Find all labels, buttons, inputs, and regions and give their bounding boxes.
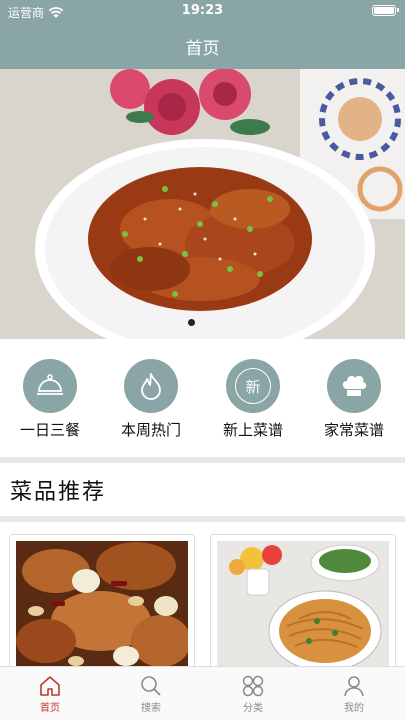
category-icon (223, 673, 283, 699)
section-divider (0, 516, 405, 522)
tab-category[interactable]: 分类 (223, 673, 283, 714)
user-icon (324, 673, 384, 699)
tab-home[interactable]: 首页 (20, 673, 80, 714)
section-divider (0, 457, 405, 463)
recipe-card[interactable] (9, 534, 195, 674)
tab-search[interactable]: 搜索 (121, 673, 181, 714)
banner-page-indicator[interactable] (188, 319, 195, 326)
status-time: 19:23 (181, 3, 224, 18)
category-weekly-hot[interactable]: 本周热门 (106, 359, 196, 440)
status-bar: 运营商 19:23 (0, 0, 405, 22)
section-title: 菜品推荐 (10, 480, 107, 505)
tab-label: 我的 (344, 703, 364, 714)
tab-profile[interactable]: 我的 (324, 673, 384, 714)
tab-label: 搜索 (141, 703, 161, 714)
new-badge-icon: 新 (226, 359, 280, 413)
recipe-image (16, 541, 188, 673)
recipe-card[interactable] (210, 534, 396, 674)
tab-bar: 首页 搜索 分类 我的 (0, 666, 405, 720)
food-cover-icon (23, 359, 77, 413)
tab-label: 首页 (40, 703, 60, 714)
category-three-meals[interactable]: 一日三餐 (5, 359, 95, 440)
category-home-cooking[interactable]: 家常菜谱 (309, 359, 399, 440)
category-row: 一日三餐 本周热门 新 新上菜谱 家常菜谱 (0, 339, 405, 459)
app-screen: 运营商 19:23 首页 一日三餐 本周热门 新 新上菜谱 家常菜谱 菜品推荐 … (0, 0, 405, 720)
category-label: 新上菜谱 (222, 421, 283, 439)
battery-icon (372, 5, 399, 16)
category-label: 一日三餐 (19, 421, 80, 439)
category-new-recipes[interactable]: 新 新上菜谱 (208, 359, 298, 440)
tab-label: 分类 (243, 703, 263, 714)
page-title: 首页 (185, 39, 220, 59)
category-label: 本周热门 (120, 421, 181, 439)
new-badge-text: 新 (235, 368, 271, 404)
flame-icon (124, 359, 178, 413)
search-icon (121, 673, 181, 699)
top-bar: 运营商 19:23 首页 (0, 0, 405, 69)
category-label: 家常菜谱 (323, 421, 384, 439)
recipe-image (217, 541, 389, 673)
banner-food-photo (0, 69, 405, 339)
home-icon (20, 673, 80, 699)
chef-hat-icon (327, 359, 381, 413)
banner-carousel[interactable] (0, 69, 405, 339)
